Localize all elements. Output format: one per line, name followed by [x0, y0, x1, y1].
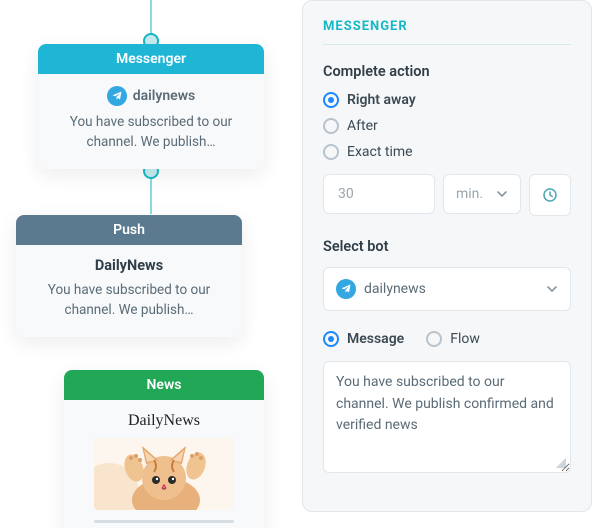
clock-icon — [541, 186, 559, 204]
card-body: dailynews You have subscribed to our cha… — [38, 74, 264, 169]
card-header: Messenger — [38, 44, 264, 74]
panel-title: MESSENGER — [323, 19, 571, 45]
telegram-icon — [336, 279, 356, 299]
card-header: News — [64, 370, 264, 400]
radio-dot-icon — [323, 92, 339, 108]
selected-bot-name: dailynews — [364, 281, 426, 297]
radio-dot-icon — [323, 144, 339, 160]
radio-right-away[interactable]: Right away — [323, 92, 571, 108]
radio-flow[interactable]: Flow — [426, 331, 480, 347]
flow-card-push[interactable]: Push DailyNews You have subscribed to ou… — [16, 215, 242, 337]
delay-unit-select[interactable]: min. — [443, 174, 521, 214]
chevron-down-icon — [546, 283, 558, 295]
flow-card-news[interactable]: News DailyNews — [64, 370, 264, 528]
delay-value-input[interactable] — [323, 174, 435, 214]
card-preview-text: You have subscribed to our channel. We p… — [30, 280, 228, 321]
bot-select[interactable]: dailynews — [323, 267, 571, 311]
select-bot-label: Select bot — [323, 238, 571, 255]
delay-row: min. — [323, 174, 571, 216]
delay-input[interactable] — [336, 185, 422, 203]
content-radio-group: Message Flow — [323, 331, 571, 347]
bot-row: dailynews — [52, 86, 250, 106]
radio-label: Message — [347, 331, 404, 347]
config-panel: MESSENGER Complete action Right away Aft… — [302, 0, 592, 512]
delay-unit-label: min. — [456, 186, 483, 202]
canvas: Messenger dailynews You have subscribed … — [0, 0, 608, 528]
message-textarea[interactable]: You have subscribed to our channel. We p… — [323, 361, 571, 473]
radio-dot-icon — [323, 118, 339, 134]
radio-label: Exact time — [347, 144, 413, 160]
complete-action-label: Complete action — [323, 63, 571, 80]
bot-name: dailynews — [133, 88, 196, 104]
flow-card-messenger[interactable]: Messenger dailynews You have subscribed … — [38, 44, 264, 169]
schedule-button[interactable] — [529, 174, 571, 216]
chevron-down-icon — [496, 188, 508, 200]
card-preview-text: You have subscribed to our channel. We p… — [52, 112, 250, 153]
card-body: DailyNews — [64, 400, 264, 528]
radio-dot-icon — [323, 331, 339, 347]
news-image — [94, 438, 234, 510]
radio-exact-time[interactable]: Exact time — [323, 144, 571, 160]
radio-label: After — [347, 118, 378, 134]
radio-after[interactable]: After — [323, 118, 571, 134]
radio-dot-icon — [426, 331, 442, 347]
news-text-placeholder — [94, 520, 234, 528]
news-title: DailyNews — [78, 412, 250, 430]
card-header: Push — [16, 215, 242, 245]
radio-message[interactable]: Message — [323, 331, 404, 347]
radio-label: Flow — [450, 331, 480, 347]
card-title: DailyNews — [30, 257, 228, 274]
telegram-icon — [107, 86, 127, 106]
timing-radio-group: Right away After Exact time — [323, 92, 571, 160]
card-body: DailyNews You have subscribed to our cha… — [16, 245, 242, 337]
radio-label: Right away — [347, 92, 416, 108]
